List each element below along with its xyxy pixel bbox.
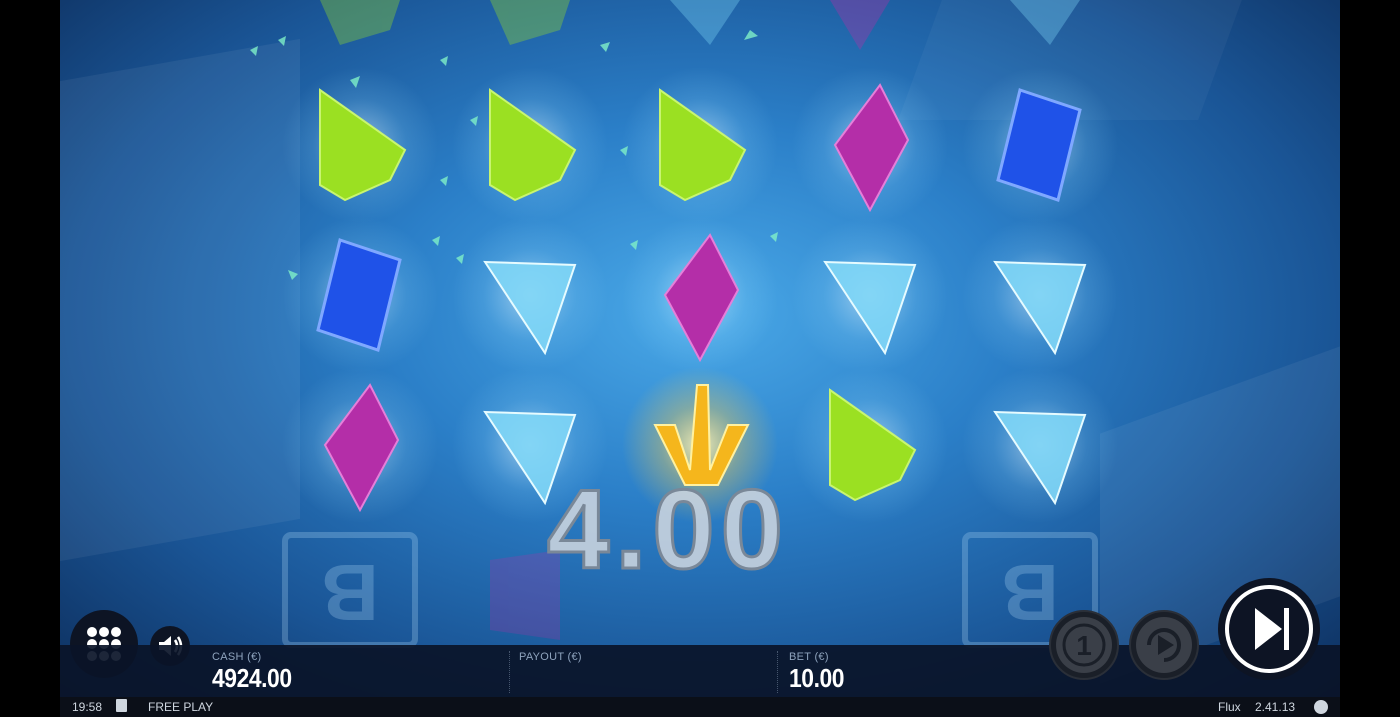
skip-icon: [1225, 585, 1313, 673]
green-gem: [282, 67, 438, 223]
paytable-icon[interactable]: [116, 699, 127, 712]
autoplay-button[interactable]: [1129, 610, 1199, 680]
thunderkick-logo-icon: [1314, 700, 1328, 714]
spin-button[interactable]: [1218, 578, 1320, 680]
play-mode: FREE PLAY: [148, 700, 214, 714]
win-amount-display: 4.00: [546, 478, 789, 578]
coin-icon: 1: [1056, 617, 1112, 673]
cyan-gem: [962, 367, 1118, 523]
cash-meter: CASH (€) 4924.00: [212, 645, 502, 697]
cyan-gem: [792, 217, 948, 373]
status-bar: 19:58 FREE PLAY Flux 2.41.13: [60, 697, 1340, 717]
purple-gem: [622, 217, 778, 373]
cyan-gem: [962, 217, 1118, 373]
clock: 19:58: [72, 700, 103, 714]
purple-gem: [792, 67, 948, 223]
meter-divider: [777, 651, 778, 693]
blue-gem: [962, 67, 1118, 223]
bet-value: 10.00: [789, 663, 845, 693]
bet-label: BET (€): [789, 651, 829, 663]
cash-label: CASH (€): [212, 651, 262, 663]
green-gem: [452, 67, 608, 223]
cyan-gem: [452, 217, 608, 373]
game-name: Flux: [1218, 700, 1241, 714]
game-version: 2.41.13: [1255, 700, 1296, 714]
coin-value-button[interactable]: 1: [1049, 610, 1119, 680]
reel-grid: B B: [250, 0, 1118, 648]
payout-label: PAYOUT (€): [519, 651, 582, 663]
purple-gem: [282, 367, 438, 523]
game-frame: B B 4.00 CASH (€) 4924.00 PAYOUT (€) BET…: [0, 0, 1400, 717]
svg-text:1: 1: [1076, 630, 1092, 661]
cash-value: 4924.00: [212, 663, 292, 693]
payout-meter: PAYOUT (€): [519, 645, 769, 697]
win-amount-text: 4.00: [547, 478, 789, 578]
meter-divider: [509, 651, 510, 693]
game-area[interactable]: B B 4.00: [60, 0, 1340, 697]
bet-meter[interactable]: BET (€) 10.00: [789, 645, 989, 697]
blue-gem: [282, 217, 438, 373]
autoplay-icon: [1136, 617, 1192, 673]
svg-text:B: B: [321, 548, 379, 637]
green-gem: [622, 67, 778, 223]
top-row-remnants: [320, 0, 1080, 50]
